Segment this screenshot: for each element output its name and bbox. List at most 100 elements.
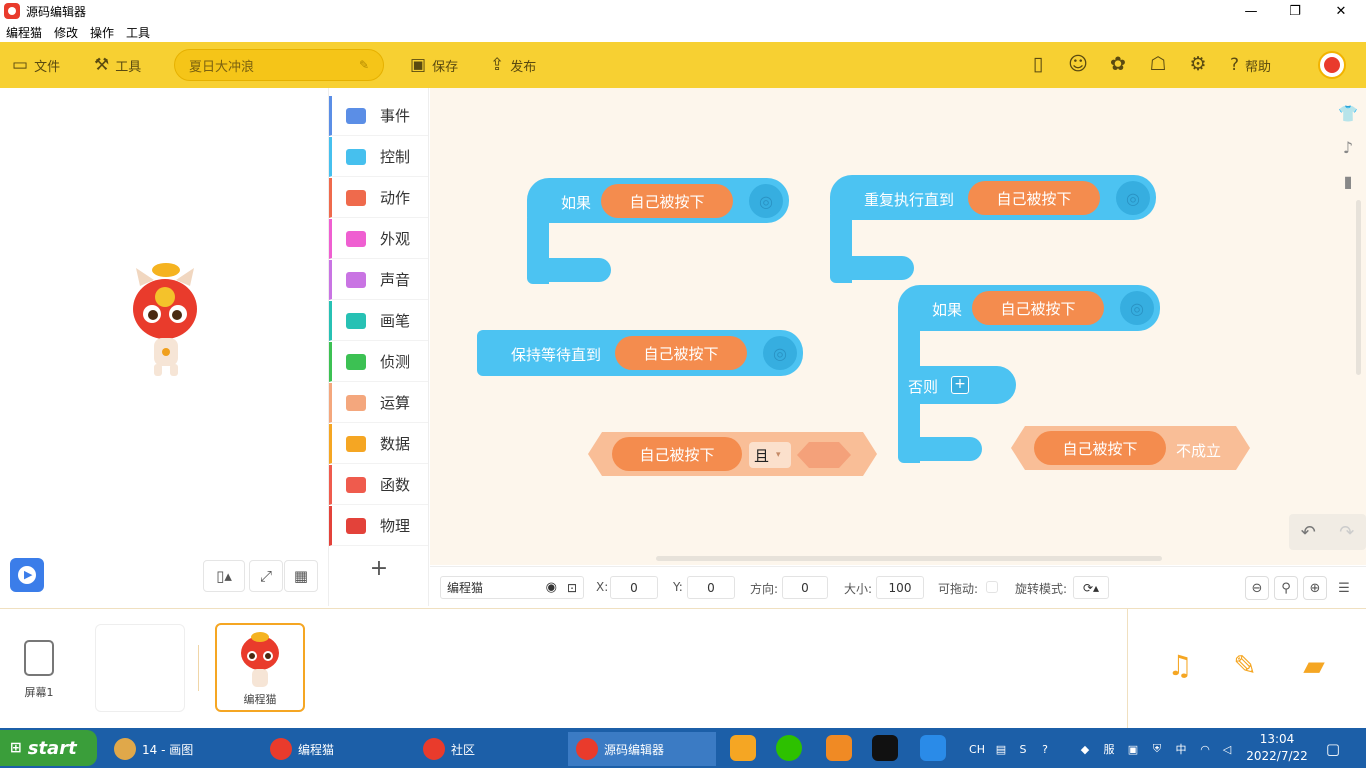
zoom-out-icon: ⊖ — [1251, 580, 1263, 596]
zoom-in-button[interactable]: ⊕ — [1303, 576, 1327, 600]
category-7[interactable]: 运算 — [329, 383, 428, 423]
start-button[interactable]: ⊞ start — [0, 730, 97, 766]
category-1[interactable]: 控制 — [329, 137, 428, 177]
task-community[interactable]: 社区 — [415, 732, 561, 766]
taskbar-clock[interactable]: 13:04 2022/7/22 — [1236, 731, 1318, 767]
not-condition[interactable]: 自己被按下 — [1034, 431, 1166, 465]
lock-icon[interactable]: ⊡ — [567, 581, 577, 595]
fullscreen-button[interactable]: ⤢ — [249, 560, 283, 592]
help-button[interactable]: ? 帮助 — [1230, 42, 1271, 88]
menu-button[interactable]: ☰ — [1332, 576, 1356, 600]
if-else-condition[interactable]: 自己被按下 — [972, 291, 1104, 325]
user-avatar[interactable] — [1318, 51, 1346, 79]
menu-codemao[interactable]: 编程猫 — [6, 24, 42, 41]
repeat-until-label: 重复执行直到 — [864, 191, 955, 209]
minimize-button[interactable]: — — [1228, 0, 1274, 22]
pencil-draw-icon[interactable]: ✎ — [1225, 645, 1265, 685]
zoom-reset-button[interactable]: ⚲ — [1274, 576, 1298, 600]
volume-icon[interactable]: ◁ — [1216, 738, 1238, 760]
horizontal-scrollbar[interactable] — [656, 556, 1162, 561]
tray-network-icon[interactable]: ▣ — [1122, 738, 1144, 760]
menu-operate[interactable]: 操作 — [90, 24, 114, 41]
category-6[interactable]: 侦测 — [329, 342, 428, 382]
close-button[interactable]: ✕ — [1318, 0, 1364, 22]
project-name-input[interactable]: 夏日大冲浪 ✎ — [174, 49, 384, 81]
menu-tools[interactable]: 工具 — [126, 24, 150, 41]
publish-button[interactable]: ⇪ 发布 — [490, 42, 536, 88]
category-4[interactable]: 声音 — [329, 260, 428, 300]
tray-shield-icon[interactable]: ◆ — [1074, 738, 1096, 760]
file-button[interactable]: ▭ 文件 — [12, 42, 60, 88]
task-paint[interactable]: 14 - 画图 — [106, 732, 254, 766]
task-codemao[interactable]: 编程猫 — [262, 732, 408, 766]
save-button[interactable]: ▣ 保存 — [410, 42, 458, 88]
wechat-icon[interactable] — [776, 735, 802, 761]
tray-ime[interactable]: 中 — [1170, 738, 1192, 760]
shirt-icon[interactable]: 👕 — [1330, 96, 1366, 130]
tray-security-icon[interactable]: ⛨ — [1146, 738, 1168, 760]
size-input[interactable]: 100 — [876, 576, 924, 599]
screen-item[interactable]: 屏幕1 — [16, 640, 62, 700]
add-folder-icon[interactable]: ▰ — [1294, 645, 1334, 685]
category-5[interactable]: 画笔 — [329, 301, 428, 341]
menu-edit[interactable]: 修改 — [54, 24, 78, 41]
category-9[interactable]: 函数 — [329, 465, 428, 505]
add-category-button[interactable]: + — [329, 548, 429, 588]
category-icon — [346, 517, 366, 534]
y-input[interactable]: 0 — [687, 576, 735, 599]
tools-label: 工具 — [115, 59, 142, 75]
pinned-app2-icon[interactable] — [826, 735, 852, 761]
undo-icon[interactable]: ↶ — [1301, 522, 1316, 543]
vertical-scrollbar[interactable] — [1356, 200, 1361, 375]
pinned-app-icon[interactable] — [730, 735, 756, 761]
repeat-until-condition[interactable]: 自己被按下 — [968, 181, 1100, 215]
stage-canvas[interactable] — [10, 92, 322, 548]
notification-icon[interactable]: ▢ — [1322, 738, 1344, 760]
background-card[interactable] — [95, 624, 185, 712]
category-10[interactable]: 物理 — [329, 506, 428, 546]
gear-icon[interactable]: ⚙ — [1186, 53, 1210, 75]
redo-icon[interactable]: ↷ — [1339, 522, 1354, 543]
bar-chart-icon[interactable]: ▮ — [1330, 164, 1366, 198]
wifi-icon[interactable]: ◠ — [1194, 738, 1216, 760]
calendar-icon[interactable]: ☖ — [1146, 53, 1170, 75]
eye-icon[interactable]: ◉ — [546, 580, 557, 595]
tray-lang[interactable]: CH — [966, 738, 988, 760]
category-icon — [346, 230, 366, 247]
music-icon[interactable]: ♫ — [1160, 645, 1200, 685]
play-button[interactable]: ▶ — [10, 558, 44, 592]
codemao-sprite[interactable] — [10, 92, 322, 548]
tray-s-icon[interactable]: S — [1012, 738, 1034, 760]
sprite-name-field[interactable]: 编程猫 ◉ ⊡ — [440, 576, 584, 599]
category-8[interactable]: 数据 — [329, 424, 428, 464]
rotate-mode-select[interactable]: ⟳▴ — [1073, 576, 1109, 599]
mic-icon[interactable]: ♪ — [1330, 130, 1366, 164]
restore-button[interactable]: ❐ — [1272, 0, 1318, 22]
tray-extra[interactable]: 服 — [1098, 738, 1120, 760]
phone-icon[interactable]: ▯ — [1026, 53, 1050, 75]
tray-help-icon[interactable]: ? — [1034, 738, 1056, 760]
capcut-icon[interactable] — [872, 735, 898, 761]
zoom-out-button[interactable]: ⊖ — [1245, 576, 1269, 600]
category-label: 声音 — [380, 271, 411, 289]
and-condition[interactable]: 自己被按下 — [612, 437, 742, 471]
tray-pdf-icon[interactable]: ▤ — [990, 738, 1012, 760]
task-source-editor[interactable]: 源码编辑器 — [568, 732, 716, 766]
cubes-icon[interactable]: ✿ — [1106, 53, 1130, 75]
sprite-card[interactable]: 编程猫 — [215, 623, 305, 712]
grid-button[interactable]: ▦ — [284, 560, 318, 592]
x-input[interactable]: 0 — [610, 576, 658, 599]
category-0[interactable]: 事件 — [329, 96, 428, 136]
if-condition[interactable]: 自己被按下 — [601, 184, 733, 218]
tools-button[interactable]: ⚒ 工具 — [94, 42, 141, 88]
robot-icon[interactable]: ☺ — [1066, 53, 1090, 75]
wait-until-condition[interactable]: 自己被按下 — [615, 336, 747, 370]
category-2[interactable]: 动作 — [329, 178, 428, 218]
draggable-checkbox[interactable] — [986, 581, 998, 593]
device-select-button[interactable]: ▯▴ — [203, 560, 245, 592]
pinned-app3-icon[interactable] — [920, 735, 946, 761]
category-3[interactable]: 外观 — [329, 219, 428, 259]
and-op-select[interactable]: 且 ▾ — [749, 442, 791, 468]
direction-input[interactable]: 0 — [782, 576, 828, 599]
else-add-button[interactable]: + — [951, 376, 969, 394]
